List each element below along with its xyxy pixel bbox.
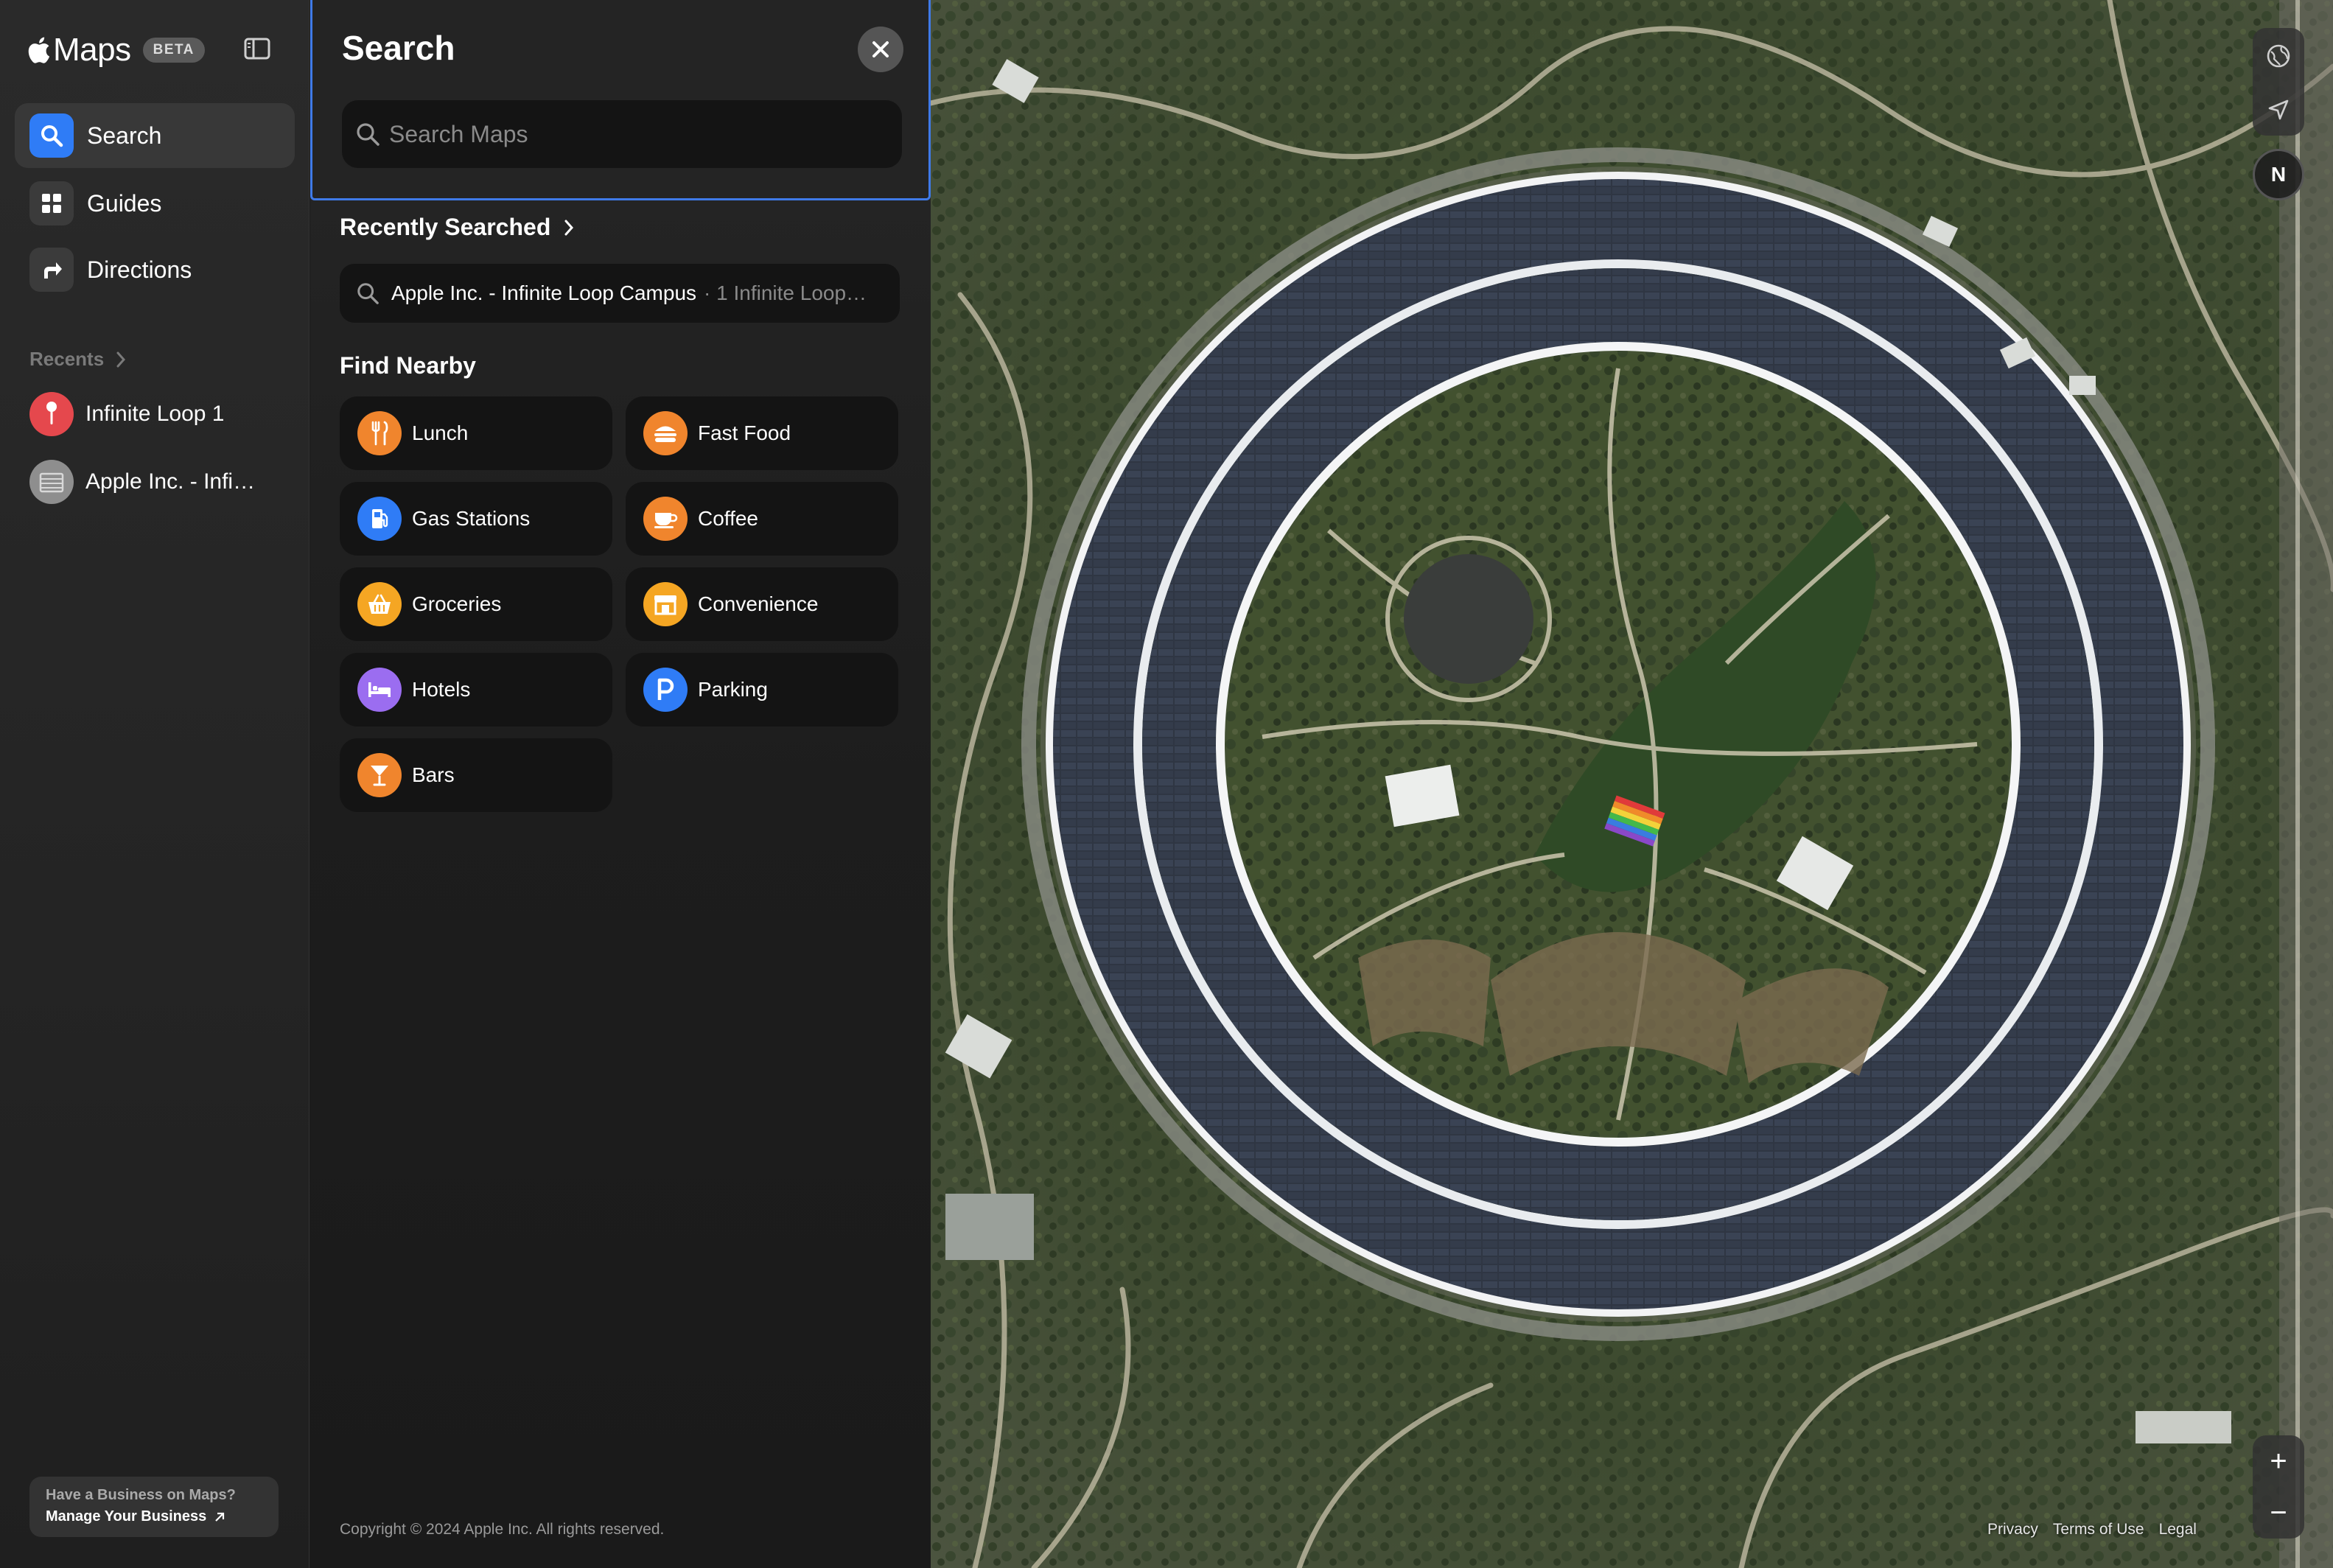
- close-button[interactable]: [858, 27, 903, 72]
- nav-item-search[interactable]: Search: [15, 103, 295, 168]
- search-icon: [29, 113, 74, 158]
- pin-icon: [29, 392, 74, 436]
- zoom-out-button[interactable]: −: [2270, 1498, 2287, 1527]
- manage-business-label: Manage Your Business: [46, 1508, 207, 1525]
- nearby-bars-button[interactable]: Bars: [340, 738, 612, 812]
- privacy-link[interactable]: Privacy: [1987, 1521, 2038, 1539]
- find-nearby-label: Find Nearby: [340, 352, 476, 379]
- panel-title: Search: [342, 29, 455, 67]
- basket-icon: [357, 582, 402, 626]
- parking-icon: [643, 668, 688, 712]
- recent-item[interactable]: Infinite Loop 1: [29, 391, 224, 438]
- chevron-right-icon: [116, 351, 126, 367]
- find-nearby-header: Find Nearby: [340, 352, 476, 379]
- nearby-parking-button[interactable]: Parking: [626, 653, 898, 727]
- location-arrow-icon[interactable]: [2267, 98, 2290, 122]
- map-controls: [2253, 28, 2304, 136]
- compass-north-label: N: [2270, 163, 2287, 186]
- grid-icon: [29, 181, 74, 225]
- sidebar-toggle-icon[interactable]: [243, 37, 271, 60]
- terms-of-use-link[interactable]: Terms of Use: [2053, 1521, 2144, 1539]
- nearby-hotels-button[interactable]: Hotels: [340, 653, 612, 727]
- recent-item-label: Infinite Loop 1: [85, 402, 225, 426]
- recents-label: Recents: [29, 348, 105, 370]
- nav-item-label: Guides: [87, 189, 162, 217]
- recent-item[interactable]: Apple Inc. - Infi…: [29, 458, 255, 505]
- fuel-pump-icon: [357, 497, 402, 541]
- search-icon: [357, 123, 379, 146]
- app-brand: Maps BETA: [28, 29, 205, 71]
- nearby-label: Hotels: [412, 678, 471, 701]
- app-name: Maps: [53, 32, 131, 68]
- apple-logo-icon: [28, 37, 50, 63]
- satellite-map[interactable]: N + − Privacy Terms of Use Legal: [931, 0, 2333, 1568]
- nearby-label: Lunch: [412, 421, 469, 444]
- external-link-arrow-icon: [215, 1512, 225, 1522]
- nearby-gas-stations-button[interactable]: Gas Stations: [340, 482, 612, 556]
- beta-badge: BETA: [142, 38, 205, 63]
- nav-item-guides[interactable]: Guides: [15, 171, 295, 236]
- legal-link[interactable]: Legal: [2159, 1521, 2197, 1539]
- search-input[interactable]: [389, 120, 902, 148]
- nearby-label: Coffee: [698, 507, 758, 530]
- search-panel: Search Recently Searched Apple Inc. - In…: [310, 0, 931, 1568]
- recent-search-item[interactable]: Apple Inc. - Infinite Loop Campus · 1 In…: [340, 264, 900, 323]
- close-icon: [872, 41, 889, 57]
- chevron-right-icon: [564, 220, 574, 235]
- bed-icon: [357, 668, 402, 712]
- globe-icon[interactable]: [2265, 43, 2292, 69]
- directions-arrow-icon: [29, 248, 74, 292]
- fork-knife-icon: [357, 411, 402, 455]
- business-prompt: Have a Business on Maps?: [46, 1487, 236, 1503]
- zoom-in-button[interactable]: +: [2270, 1446, 2287, 1476]
- nearby-label: Groceries: [412, 592, 502, 615]
- nearby-convenience-button[interactable]: Convenience: [626, 567, 898, 641]
- recently-searched-label: Recently Searched: [340, 214, 551, 240]
- burger-icon: [643, 411, 688, 455]
- search-box[interactable]: [342, 100, 902, 168]
- nearby-label: Bars: [412, 763, 455, 786]
- nearby-label: Gas Stations: [412, 507, 531, 530]
- compass-button[interactable]: N: [2253, 149, 2304, 200]
- building-icon: [29, 460, 74, 504]
- storefront-icon: [643, 582, 688, 626]
- map-footer-links: Privacy Terms of Use Legal: [1987, 1521, 2197, 1539]
- search-icon: [357, 283, 379, 304]
- nearby-coffee-button[interactable]: Coffee: [626, 482, 898, 556]
- copyright-text: Copyright © 2024 Apple Inc. All rights r…: [340, 1521, 665, 1538]
- nearby-label: Fast Food: [698, 421, 791, 444]
- recent-search-subtitle: · 1 Infinite Loop…: [704, 281, 867, 304]
- nav-item-label: Search: [87, 122, 162, 149]
- nav-item-directions[interactable]: Directions: [15, 237, 295, 302]
- sidebar: Maps BETA Search Guides Directions Recen…: [0, 0, 309, 1568]
- search-panel-header: Search: [310, 0, 931, 200]
- nearby-label: Convenience: [698, 592, 819, 615]
- nearby-fast-food-button[interactable]: Fast Food: [626, 396, 898, 470]
- nearby-groceries-button[interactable]: Groceries: [340, 567, 612, 641]
- nav-item-label: Directions: [87, 256, 192, 283]
- manage-business-button[interactable]: Have a Business on Maps? Manage Your Bus…: [29, 1477, 279, 1537]
- recent-item-label: Apple Inc. - Infi…: [85, 469, 256, 494]
- zoom-controls: + −: [2253, 1435, 2304, 1539]
- nearby-lunch-button[interactable]: Lunch: [340, 396, 612, 470]
- recently-searched-header[interactable]: Recently Searched: [340, 214, 574, 241]
- coffee-cup-icon: [643, 497, 688, 541]
- recents-header[interactable]: Recents: [29, 348, 126, 371]
- map-satellite-imagery[interactable]: [931, 0, 2333, 1568]
- recent-search-title: Apple Inc. - Infinite Loop Campus: [391, 281, 697, 304]
- cocktail-icon: [357, 753, 402, 797]
- nearby-label: Parking: [698, 678, 768, 701]
